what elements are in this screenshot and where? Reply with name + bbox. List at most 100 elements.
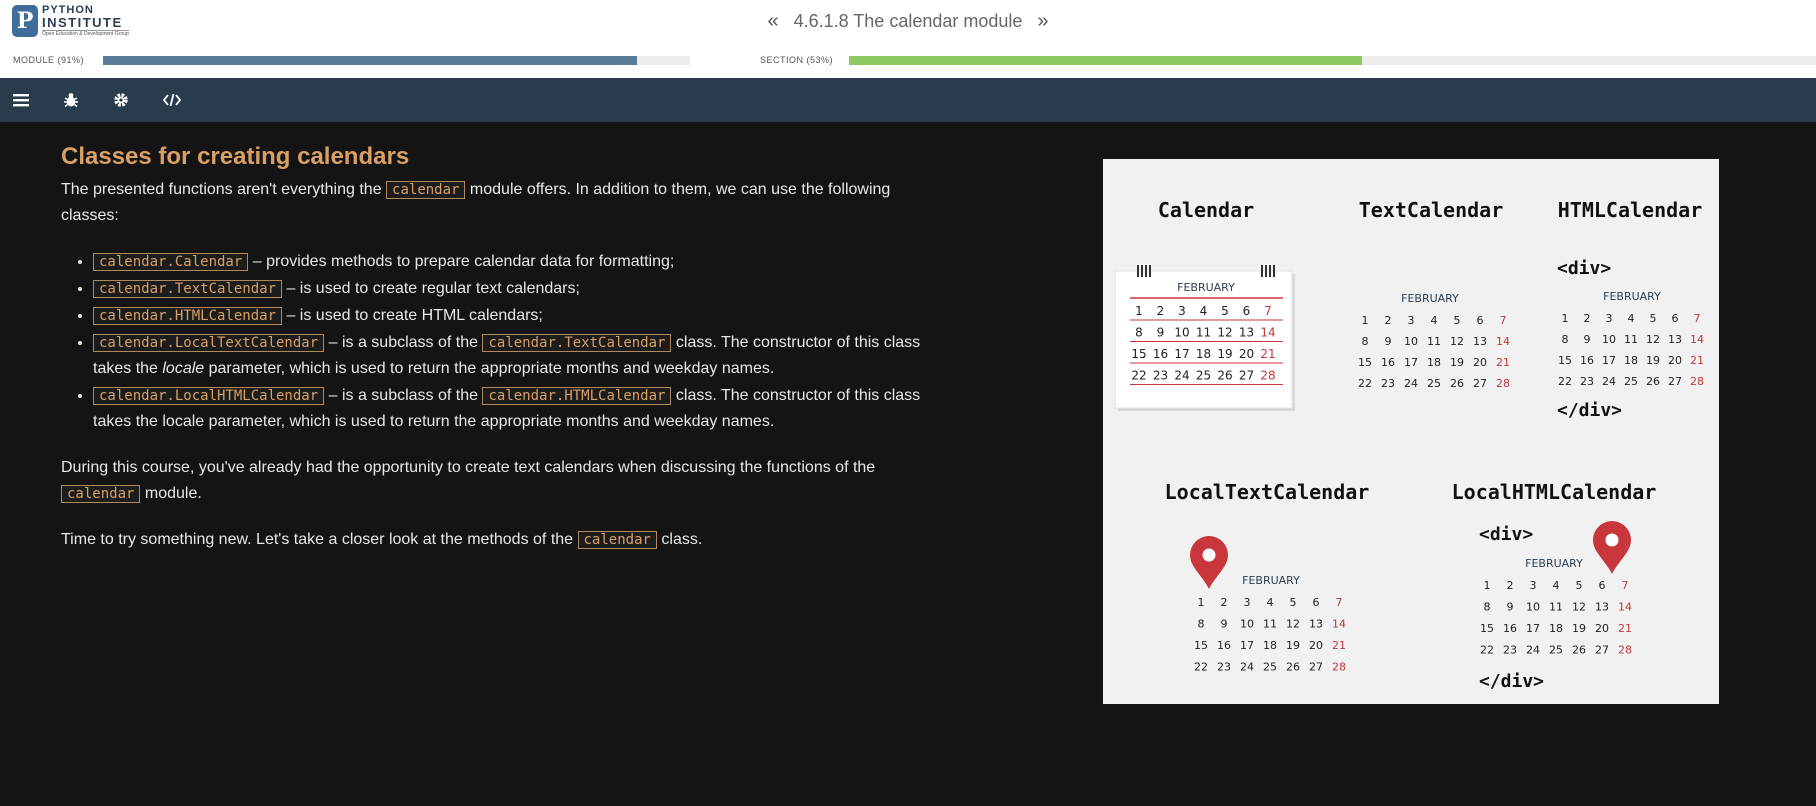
calendar-day: 23 [1153,369,1168,383]
calendar-day: 11 [1196,326,1211,340]
calendar-day: 20 [1309,639,1323,652]
code-icon[interactable] [160,88,184,112]
calendar-day: 9 [1584,333,1591,346]
calendar-day: 10 [1404,335,1418,348]
calendar-day: 9 [1157,326,1165,340]
month-label: FEBRUARY [1525,557,1583,570]
calendar-day: 11 [1624,333,1638,346]
illustration-title: HTMLCalendar [1558,198,1703,222]
intro-paragraph: The presented functions aren't everythin… [61,181,891,224]
calendar-day: 5 [1454,314,1461,327]
inline-code: calendar.HTMLCalendar [482,387,672,405]
progress-row: MODULE (91%) SECTION (53%) [0,54,1816,68]
list-item: calendar.Calendar – provides methods to … [93,249,931,275]
calendar-day: 19 [1646,354,1660,367]
calendar-day: 13 [1473,335,1487,348]
binder-ring-icon [1149,265,1151,277]
calendar-day: 12 [1286,618,1300,631]
inline-code: calendar.Calendar [93,253,249,271]
calendar-day: 20 [1239,347,1254,361]
calendar-day: 17 [1526,622,1540,635]
calendar-day: 27 [1595,644,1609,657]
location-pin-icon [1593,521,1631,574]
gear-icon[interactable] [109,88,133,112]
binder-ring-icon [1265,265,1267,277]
paragraph-3: Time to try something new. Let's take a … [61,531,703,549]
calendar-day: 2 [1584,312,1591,325]
calendar-day: 22 [1558,375,1572,388]
calendar-day: 14 [1690,333,1704,346]
calendar-day: 22 [1480,644,1494,657]
html-div-close: </div> [1479,671,1544,692]
location-pin-hole [1202,548,1216,562]
module-progress-fill [103,56,638,65]
calendar-day: 28 [1332,661,1346,674]
calendar-day: 5 [1221,304,1229,318]
calendar-day: 16 [1381,356,1395,369]
calendar-day: 25 [1263,661,1277,674]
calendar-day: 27 [1239,369,1254,383]
lesson-title: 4.6.1.8 The calendar module [793,11,1023,31]
calendar-day: 8 [1362,335,1369,348]
double-chevron-right-icon[interactable]: » [1027,10,1058,33]
calendar-day: 4 [1553,579,1560,592]
illustration-title: Calendar [1158,198,1254,222]
calendar-day: 20 [1668,354,1682,367]
calendar-day: 17 [1240,639,1254,652]
calendar-day: 13 [1668,333,1682,346]
double-chevron-left-icon[interactable]: « [757,10,788,33]
calendar-day: 25 [1196,369,1211,383]
calendar-day: 26 [1572,644,1586,657]
calendar-day: 25 [1549,644,1563,657]
module-progress-label: MODULE (91%) [13,55,85,65]
list-item: calendar.HTMLCalendar – is used to creat… [93,303,931,329]
month-label: FEBRUARY [1603,290,1661,303]
menu-icon[interactable] [9,88,33,112]
calendar-day: 3 [1244,596,1251,609]
calendar-day: 6 [1477,314,1484,327]
calendar-day: 28 [1496,377,1510,390]
calendar-day: 12 [1450,335,1464,348]
calendar-day: 6 [1243,304,1251,318]
list-item: calendar.LocalHTMLCalendar – is a subcla… [93,383,931,435]
calendar-day: 26 [1286,661,1300,674]
calendar-day: 17 [1602,354,1616,367]
calendar-day: 11 [1427,335,1441,348]
calendar-day: 19 [1450,356,1464,369]
calendar-day: 21 [1260,347,1275,361]
html-div-open: <div> [1557,258,1611,279]
bug-icon[interactable] [59,88,83,112]
calendar-day: 8 [1562,333,1569,346]
calendar-day: 28 [1260,369,1275,383]
calendar-day: 6 [1599,579,1606,592]
calendar-day: 23 [1381,377,1395,390]
calendar-day: 11 [1549,601,1563,614]
calendar-day: 3 [1530,579,1537,592]
calendar-day: 24 [1404,377,1418,390]
calendar-day: 2 [1157,304,1165,318]
calendar-day: 5 [1650,312,1657,325]
calendar-day: 13 [1595,601,1609,614]
calendar-day: 7 [1694,312,1701,325]
calendar-day: 8 [1484,601,1491,614]
calendar-day: 5 [1576,579,1583,592]
calendar-day: 10 [1526,601,1540,614]
calendar-day: 7 [1500,314,1507,327]
location-pin-icon [1190,536,1228,589]
calendar-day: 22 [1131,369,1146,383]
calendar-day: 20 [1595,622,1609,635]
calendar-day: 2 [1507,579,1514,592]
inline-code: calendar.TextCalendar [93,280,283,298]
calendar-day: 21 [1690,354,1704,367]
illustration-title: LocalHTMLCalendar [1452,480,1657,504]
calendar-day: 24 [1240,661,1254,674]
calendar-day: 10 [1240,618,1254,631]
calendar-day: 13 [1309,618,1323,631]
calendar-day: 1 [1135,304,1143,318]
calendar-day: 24 [1602,375,1616,388]
calendar-day: 19 [1572,622,1586,635]
calendar-day: 18 [1624,354,1638,367]
calendar-day: 14 [1260,326,1275,340]
binder-ring-icon [1137,265,1139,277]
calendar-day: 17 [1404,356,1418,369]
